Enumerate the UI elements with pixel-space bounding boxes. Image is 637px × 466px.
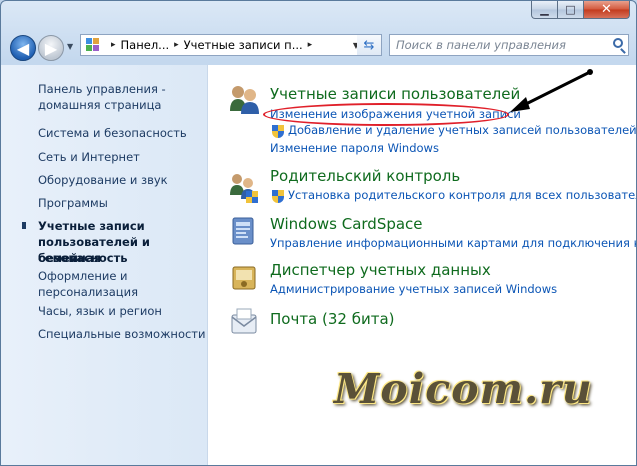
sidebar-item-network[interactable]: Сеть и Интернет <box>38 149 140 165</box>
mail-icon <box>231 308 257 334</box>
caption-buttons: ▁ □ ✕ <box>531 1 630 19</box>
sidebar-item-home[interactable]: Панель управления - <box>38 81 166 97</box>
sidebar-item-hardware[interactable]: Оборудование и звук <box>38 172 168 188</box>
uac-shield-icon <box>272 125 284 138</box>
category-title-parental-controls[interactable]: Родительский контроль <box>270 167 460 185</box>
control-panel-icon <box>86 38 102 52</box>
cardspace-icon <box>232 217 254 245</box>
link-manage-windows-credentials[interactable]: Администрирование учетных записей Window… <box>270 282 557 296</box>
close-button[interactable]: ✕ <box>584 1 630 19</box>
minimize-button[interactable]: ▁ <box>531 1 558 19</box>
category-title-mail[interactable]: Почта (32 бита) <box>270 310 395 328</box>
arrow-right-icon: ▶ <box>44 38 58 58</box>
sidebar-item-clock[interactable]: Часы, язык и регион <box>38 303 162 319</box>
link-setup-parental-controls[interactable]: Установка родительского контроля для все… <box>288 188 636 202</box>
sidebar-item-accessibility[interactable]: Специальные возможности <box>38 326 205 342</box>
sidebar-item-appearance-2[interactable]: персонализация <box>38 284 138 300</box>
sidebar-item-user-accounts-3[interactable]: безопасность <box>38 250 128 266</box>
sidebar-item-home-2[interactable]: домашняя страница <box>38 97 161 113</box>
highlight-ellipse <box>263 103 509 126</box>
uac-shield-icon <box>272 190 284 203</box>
parental-controls-icon <box>230 174 258 203</box>
chevron-right-icon[interactable]: ▸ <box>174 40 179 50</box>
category-title-user-accounts[interactable]: Учетные записи пользователей <box>270 85 520 103</box>
sidebar-item-label: Учетные записи <box>38 219 145 233</box>
sidebar: Панель управления - домашняя страница Си… <box>1 65 208 465</box>
search-input[interactable]: Поиск в панели управления <box>389 34 629 56</box>
control-panel-window: ▁ □ ✕ ◀ ▶ ▼ ▸ Панел... ▸ Учетные записи … <box>0 0 637 466</box>
watermark-logo: Moicom.ru <box>334 365 593 413</box>
back-button[interactable]: ◀ <box>10 35 36 61</box>
category-title-credential-manager[interactable]: Диспетчер учетных данных <box>270 261 491 279</box>
category-title-cardspace[interactable]: Windows CardSpace <box>270 215 423 233</box>
maximize-button[interactable]: □ <box>558 1 584 19</box>
link-change-password[interactable]: Изменение пароля Windows <box>270 141 439 155</box>
chevron-right-icon[interactable]: ▸ <box>308 40 313 50</box>
users-icon <box>230 86 259 114</box>
sidebar-item-appearance[interactable]: Оформление и <box>38 268 128 284</box>
refresh-icon: ⇆ <box>363 37 375 53</box>
recent-pages-dropdown[interactable]: ▼ <box>67 42 73 51</box>
forward-button[interactable]: ▶ <box>38 35 64 61</box>
address-bar[interactable]: ▸ Панел... ▸ Учетные записи п... ▸ ▼ <box>80 34 382 56</box>
arrow-left-icon: ◀ <box>16 38 30 58</box>
sidebar-item-programs[interactable]: Программы <box>38 195 108 211</box>
credential-manager-icon <box>232 266 256 290</box>
search-icon[interactable] <box>613 38 623 48</box>
search-placeholder: Поиск в панели управления <box>396 38 566 52</box>
breadcrumb-user-accounts[interactable]: Учетные записи п... <box>184 38 303 52</box>
link-manage-information-cards[interactable]: Управление информационными картами для п… <box>270 236 636 250</box>
pointer-arrow-icon <box>510 69 593 112</box>
selected-bullet-icon <box>22 222 26 229</box>
breadcrumb-control-panel[interactable]: Панел... <box>121 38 170 52</box>
refresh-button[interactable]: ⇆ <box>357 34 382 56</box>
chevron-right-icon[interactable]: ▸ <box>111 40 116 50</box>
sidebar-item-user-accounts[interactable]: Учетные записи <box>22 218 145 234</box>
navigation-toolbar: ◀ ▶ ▼ ▸ Панел... ▸ Учетные записи п... ▸… <box>1 29 636 65</box>
sidebar-item-security[interactable]: Система и безопасность <box>38 125 187 141</box>
